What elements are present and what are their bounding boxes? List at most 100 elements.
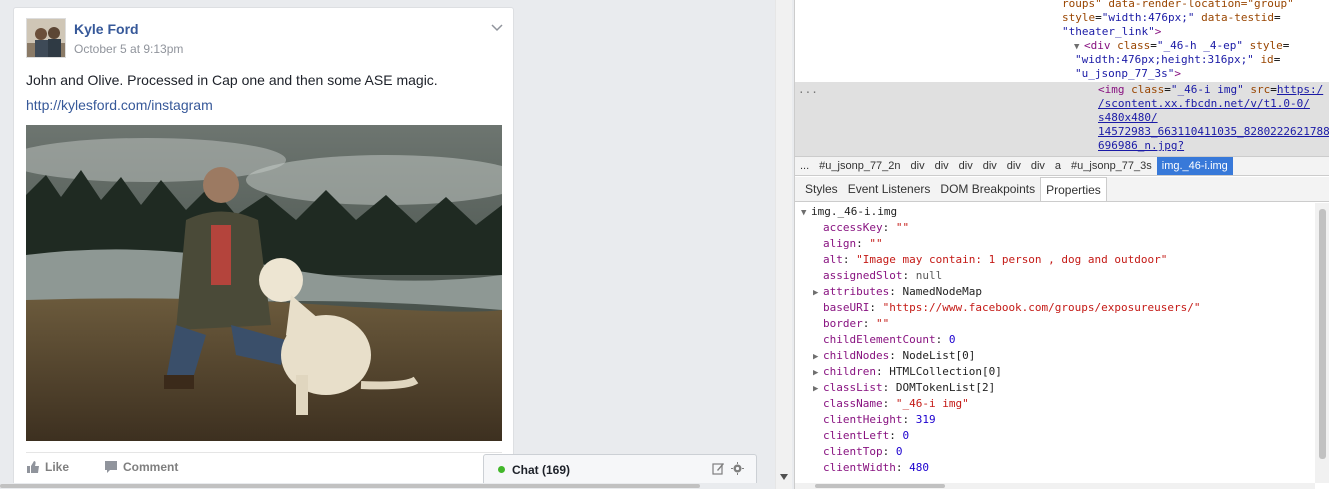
chat-compose-icon[interactable] <box>712 462 725 475</box>
property-separator: : <box>889 429 903 442</box>
post-text: John and Olive. Processed in Cap one and… <box>26 72 438 88</box>
property-value: DOMTokenList[2] <box>895 381 996 394</box>
property-value: "" <box>869 237 883 250</box>
property-value: 0 <box>902 429 910 442</box>
expand-triangle-icon[interactable]: ▶ <box>813 285 823 301</box>
property-row[interactable]: clientWidth: 480 <box>813 460 929 476</box>
property-separator: : <box>882 221 896 234</box>
scrollbar-thumb[interactable] <box>0 484 700 488</box>
chat-label: Chat (169) <box>512 462 571 477</box>
property-value: "Image may contain: 1 person , dog and o… <box>856 253 1168 266</box>
breadcrumb-item[interactable]: div <box>978 157 1002 175</box>
property-row[interactable]: clientTop: 0 <box>813 444 902 460</box>
property-row[interactable]: accessKey: "" <box>813 220 909 236</box>
property-key: clientTop <box>823 445 883 458</box>
comment-label: Comment <box>123 460 179 474</box>
property-row[interactable]: ▶ classList: DOMTokenList[2] <box>813 380 995 397</box>
property-row[interactable]: className: "_46-i img" <box>813 396 969 412</box>
breadcrumb-item[interactable]: ... <box>795 157 814 175</box>
comment-button[interactable]: Comment <box>104 460 178 474</box>
expand-triangle-icon[interactable]: ▶ <box>813 349 823 365</box>
scrollbar-thumb[interactable] <box>815 484 945 488</box>
expand-triangle-icon[interactable]: ▼ <box>801 205 811 221</box>
properties-horizontal-scrollbar[interactable] <box>795 483 1315 489</box>
property-separator: : <box>889 285 903 298</box>
property-key: accessKey <box>823 221 883 234</box>
expand-triangle-icon[interactable]: ▶ <box>813 365 823 381</box>
breadcrumb-item[interactable]: div <box>906 157 930 175</box>
property-value: 0 <box>895 445 903 458</box>
scrollbar-thumb[interactable] <box>1319 209 1326 459</box>
property-row[interactable]: childElementCount: 0 <box>813 332 955 348</box>
post-link[interactable]: http://kylesford.com/instagram <box>26 97 213 113</box>
properties-header[interactable]: ▼ img._46-i.img <box>801 204 897 221</box>
chat-tools <box>712 462 744 475</box>
property-key: baseURI <box>823 301 870 314</box>
property-row[interactable]: ▶ attributes: NamedNodeMap <box>813 284 982 301</box>
author-name[interactable]: Kyle Ford <box>74 21 139 37</box>
breadcrumb-item[interactable]: div <box>1026 157 1050 175</box>
properties-vertical-scrollbar[interactable] <box>1315 203 1329 483</box>
property-row[interactable]: border: "" <box>813 316 889 332</box>
breadcrumb-item[interactable]: a <box>1050 157 1066 175</box>
property-row[interactable]: assignedSlot: null <box>813 268 942 284</box>
property-separator: : <box>902 413 916 426</box>
scroll-down-arrow-icon[interactable] <box>780 474 788 480</box>
property-row[interactable]: ▶ childNodes: NodeList[0] <box>813 348 975 365</box>
breadcrumb-item[interactable]: div <box>1002 157 1026 175</box>
property-key: border <box>823 317 863 330</box>
property-row[interactable]: align: "" <box>813 236 883 252</box>
property-row[interactable]: ▶ children: HTMLCollection[0] <box>813 364 1002 381</box>
property-separator: : <box>902 269 916 282</box>
chat-settings-gear-icon[interactable] <box>731 462 744 475</box>
property-row[interactable]: clientHeight: 319 <box>813 412 936 428</box>
dom-breadcrumbs: ... #u_jsonp_77_2n div div div div div d… <box>795 156 1329 176</box>
post-menu-chevron-icon[interactable] <box>490 20 504 32</box>
breadcrumb-item[interactable]: div <box>930 157 954 175</box>
post-card: Kyle Ford October 5 at 9:13pm John and O… <box>13 7 514 489</box>
property-value: "https://www.facebook.com/groups/exposur… <box>882 301 1201 314</box>
tab-dom-breakpoints[interactable]: DOM Breakpoints <box>935 177 1040 201</box>
dom-line-selected[interactable]: 696986_n.jpg? <box>1098 138 1184 154</box>
online-status-dot <box>498 466 505 473</box>
actions-divider <box>26 452 502 453</box>
property-row[interactable]: clientLeft: 0 <box>813 428 909 444</box>
breadcrumb-item[interactable]: div <box>954 157 978 175</box>
property-value: HTMLCollection[0] <box>889 365 1002 378</box>
post-photo[interactable] <box>26 125 502 441</box>
post-timestamp[interactable]: October 5 at 9:13pm <box>74 42 183 56</box>
feed-horizontal-scrollbar[interactable] <box>0 483 775 489</box>
like-label: Like <box>45 460 70 474</box>
facebook-feed: Kyle Ford October 5 at 9:13pm John and O… <box>0 0 775 489</box>
property-value: 480 <box>909 461 929 474</box>
like-button[interactable]: Like <box>26 460 69 474</box>
tab-event-listeners[interactable]: Event Listeners <box>843 177 936 201</box>
property-row[interactable]: baseURI: "https://www.facebook.com/group… <box>813 300 1201 316</box>
breadcrumb-item-selected[interactable]: img._46-i.img <box>1156 157 1233 175</box>
property-separator: : <box>869 301 883 314</box>
property-separator: : <box>895 461 910 474</box>
property-key: clientLeft <box>823 429 890 442</box>
dom-node-ellipsis[interactable]: ... <box>798 83 818 96</box>
avatar[interactable] <box>26 18 66 58</box>
property-row[interactable]: alt: "Image may contain: 1 person , dog … <box>813 252 1167 268</box>
property-value: NamedNodeMap <box>902 285 982 298</box>
chat-bar[interactable]: Chat (169) <box>483 454 757 484</box>
tab-styles[interactable]: Styles <box>800 177 843 201</box>
property-key: classList <box>823 381 883 394</box>
breadcrumb-item[interactable]: #u_jsonp_77_2n <box>814 157 905 175</box>
property-value: "" <box>895 221 910 234</box>
dom-line[interactable]: "u_jsonp_77_3s"> <box>1075 66 1181 82</box>
breadcrumb-item[interactable]: #u_jsonp_77_3s <box>1066 157 1157 175</box>
tab-properties[interactable]: Properties <box>1040 177 1107 201</box>
page-vertical-scrollbar[interactable] <box>775 0 792 489</box>
property-separator: : <box>935 333 949 346</box>
property-value: 319 <box>915 413 936 426</box>
comment-bubble-icon <box>105 461 117 473</box>
property-separator: : <box>889 349 903 362</box>
property-key: assignedSlot <box>823 269 903 282</box>
expand-triangle-icon[interactable]: ▶ <box>813 381 823 397</box>
property-value: null <box>915 269 943 282</box>
sidebar-tabs: Styles Event Listeners DOM Breakpoints P… <box>795 177 1329 202</box>
devtools-panel: ... roups" data-render-location="group" … <box>794 0 1329 489</box>
